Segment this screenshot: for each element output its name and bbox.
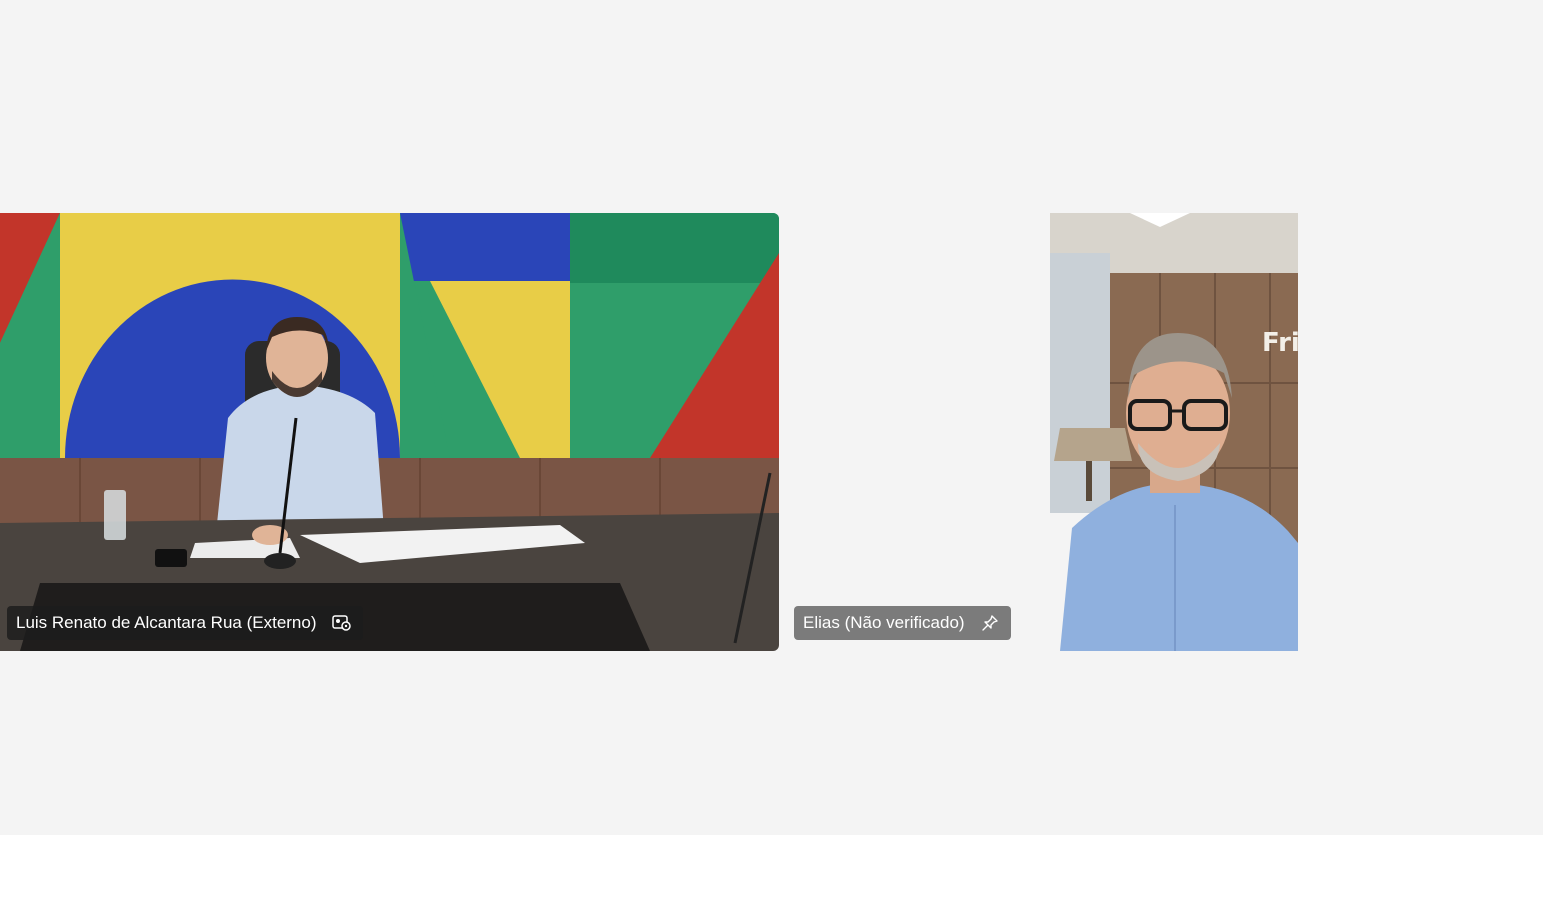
pin-icon[interactable] xyxy=(979,613,1001,633)
participant-tile-elias[interactable]: Fri Elias (Não verificado) xyxy=(794,213,1298,651)
participant-name-tag: Elias (Não verificado) xyxy=(794,606,1011,640)
meeting-stage: Luis Renato de Alcantara Rua (Externo) F… xyxy=(0,0,1543,835)
video-effects-icon[interactable] xyxy=(331,613,353,633)
participant-name: Elias (Não verificado) xyxy=(803,613,965,632)
participant-name-tag: Luis Renato de Alcantara Rua (Externo) xyxy=(7,606,363,640)
background-sign: Fri xyxy=(1262,328,1298,358)
participant-tile-luis[interactable]: Luis Renato de Alcantara Rua (Externo) xyxy=(0,213,779,651)
video-feed-elias: Fri xyxy=(1050,213,1298,651)
participant-name: Luis Renato de Alcantara Rua (Externo) xyxy=(16,613,317,632)
video-feed-luis xyxy=(0,213,779,651)
